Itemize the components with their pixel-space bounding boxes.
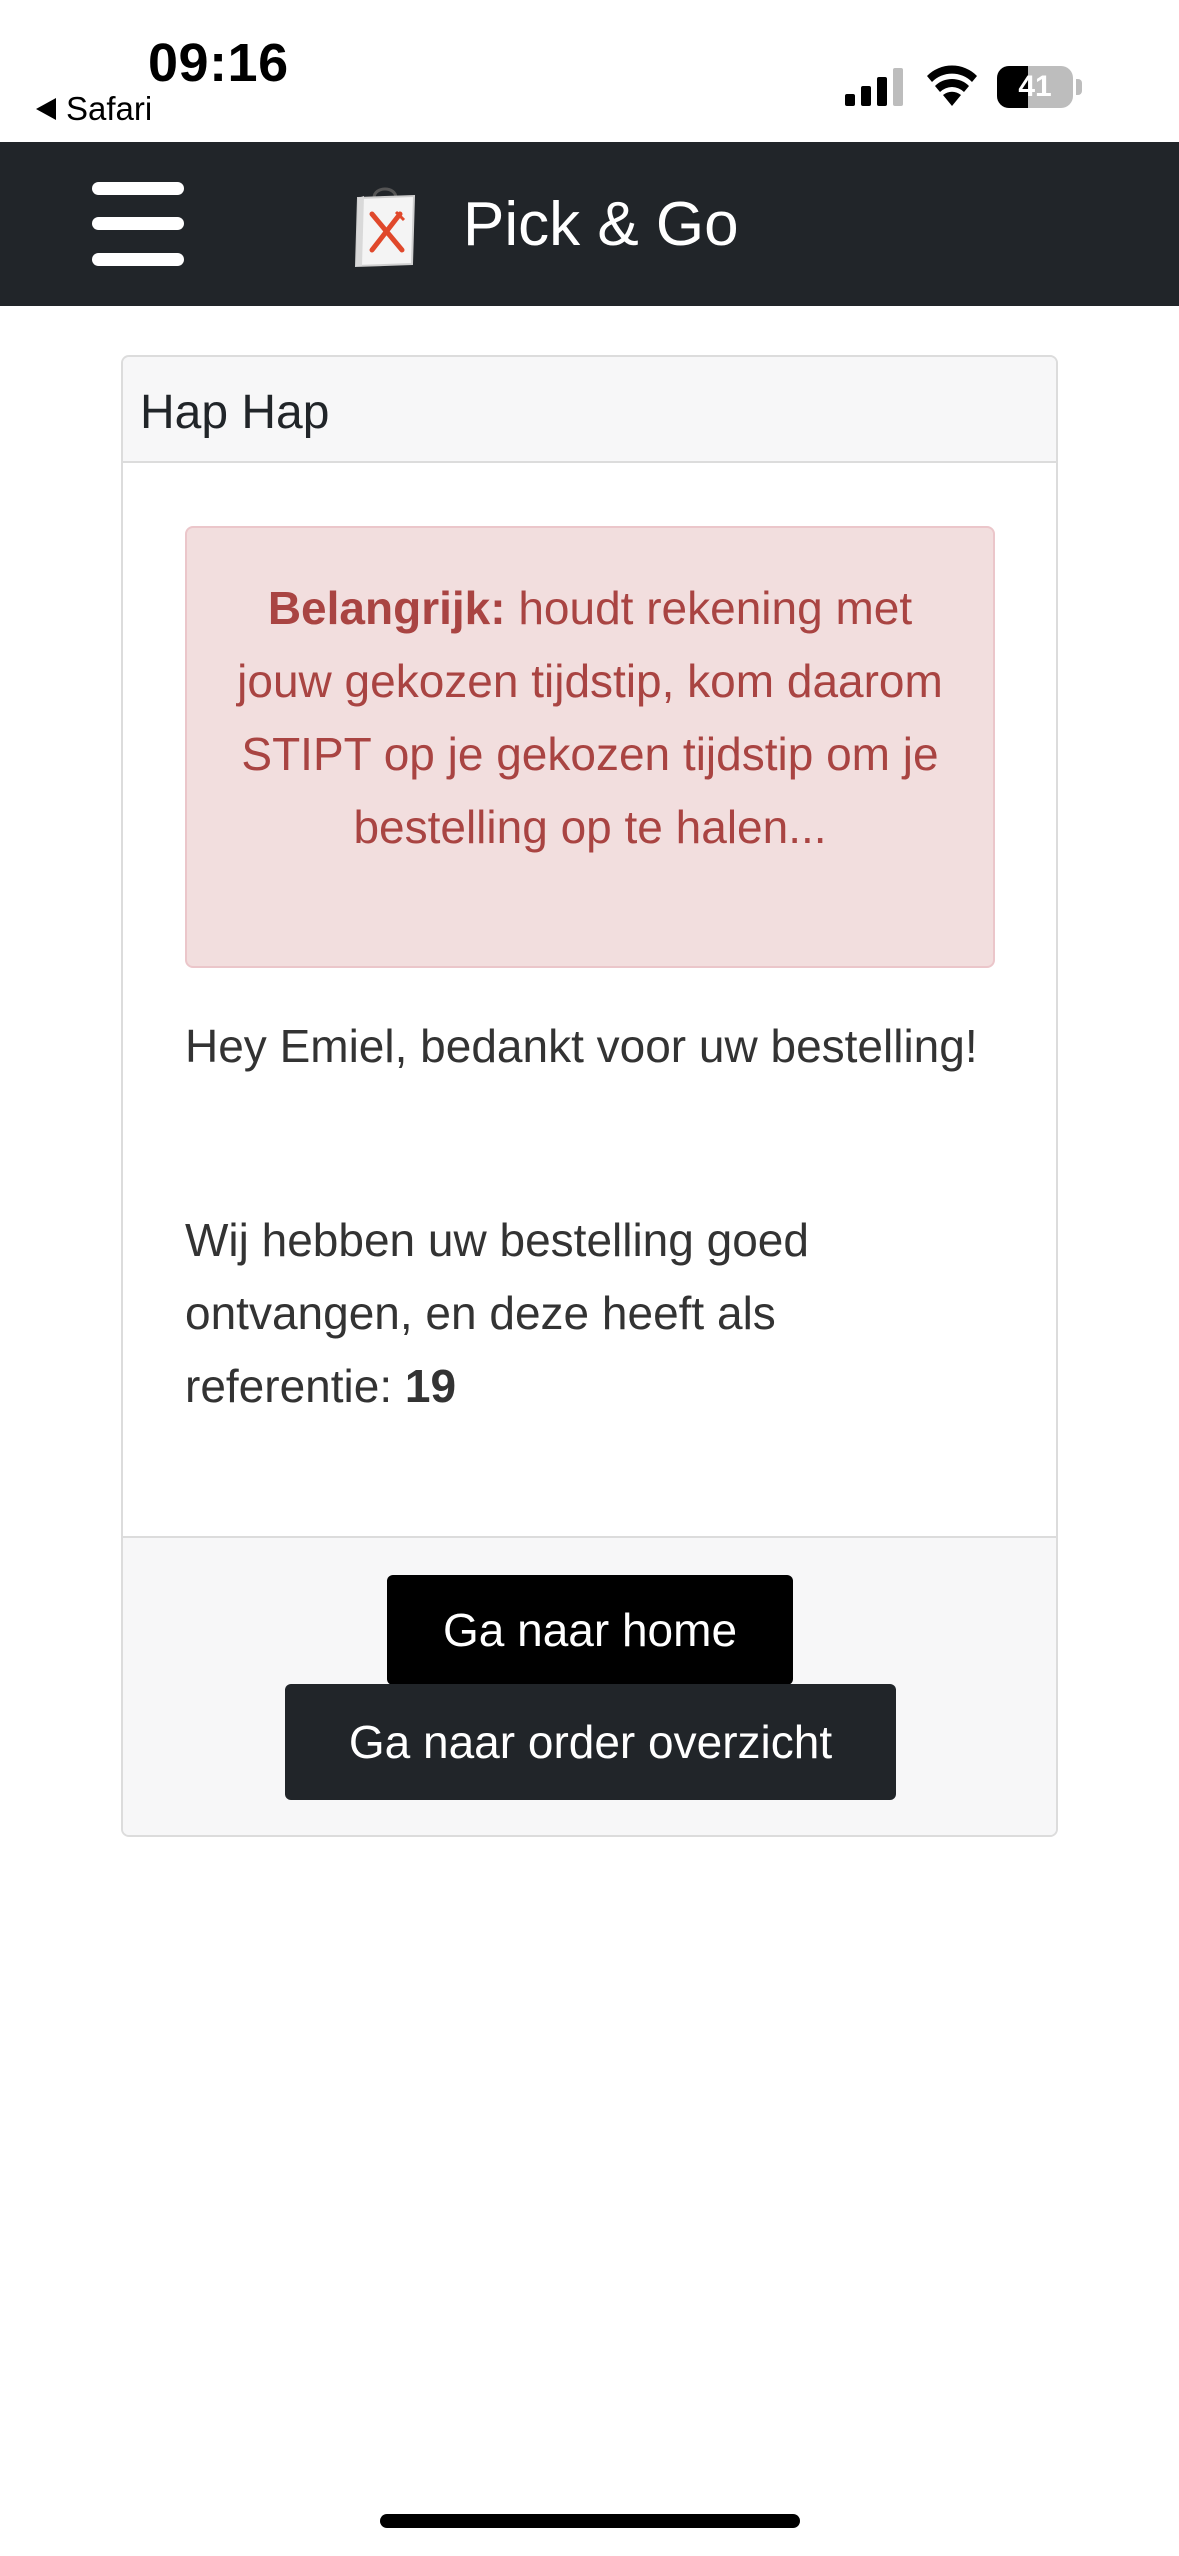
reference-message: Wij hebben uw bestelling goed ontvangen,… (185, 1204, 985, 1423)
cellular-signal-icon (845, 68, 903, 106)
wifi-icon (927, 65, 977, 106)
status-time: 09:16 (148, 33, 289, 93)
order-overview-button[interactable]: Ga naar order overzicht (285, 1684, 896, 1800)
hamburger-menu-icon[interactable] (92, 182, 184, 266)
battery-level: 41 (1018, 70, 1052, 103)
order-confirmation-card: Hap Hap Belangrijk: houdt rekening met j… (121, 355, 1058, 1837)
restaurant-name: Hap Hap (140, 386, 330, 439)
alert-message: Belangrijk: houdt rekening met jouw geko… (187, 528, 993, 864)
thanks-message: Hey Emiel, bedankt voor uw bestelling! (185, 1020, 978, 1072)
alert-strong-label: Belangrijk: (267, 582, 506, 634)
important-alert: Belangrijk: houdt rekening met jouw geko… (185, 526, 995, 968)
go-home-button[interactable]: Ga naar home (387, 1575, 793, 1685)
home-indicator[interactable] (380, 2514, 800, 2528)
back-triangle-icon (36, 98, 56, 120)
back-to-safari-link[interactable]: Safari (36, 90, 152, 128)
brand-title[interactable]: Pick & Go (463, 190, 739, 260)
status-bar: 09:16 Safari 41 (0, 0, 1179, 142)
pick-and-go-logo-icon (354, 187, 416, 268)
battery-icon: 41 (997, 66, 1083, 108)
card-header: Hap Hap (123, 357, 1056, 463)
reference-text: Wij hebben uw bestelling goed ontvangen,… (185, 1214, 809, 1412)
top-navbar: Pick & Go (0, 142, 1179, 306)
reference-number: 19 (404, 1360, 457, 1412)
card-footer: Ga naar home Ga naar order overzicht (123, 1536, 1056, 1835)
back-app-label: Safari (66, 90, 153, 127)
